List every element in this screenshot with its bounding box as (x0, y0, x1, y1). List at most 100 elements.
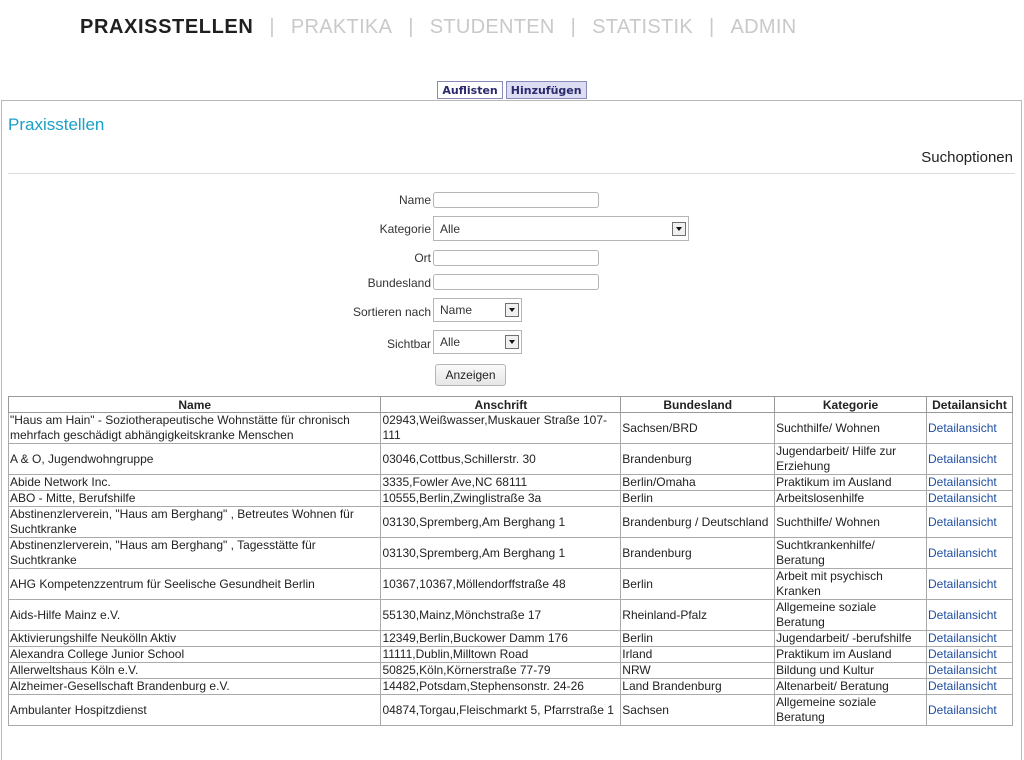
table-row: Aids-Hilfe Mainz e.V. 55130,Mainz,Mönchs… (7, 599, 1013, 631)
name-input[interactable] (433, 192, 599, 208)
cell-name: Aids-Hilfe Mainz e.V. (7, 599, 382, 631)
cell-kategorie: Allgemeine soziale Beratung (774, 599, 927, 631)
table-row: A & O, Jugendwohngruppe 03046,Cottbus,Sc… (7, 443, 1013, 475)
cell-kategorie: Arbeitslosenhilfe (774, 490, 927, 507)
nav-statistik[interactable]: STATISTIK (592, 16, 693, 39)
table-row: Abstinenzlerverein, "Haus am Berghang" ,… (7, 537, 1013, 569)
cell-anschrift: 3335,Fowler Ave,NC 68111 (380, 474, 622, 491)
chevron-down-icon[interactable] (505, 335, 519, 349)
cell-kategorie: Altenarbeit/ Beratung (774, 678, 927, 695)
table-body: "Haus am Hain" - Soziotherapeutische Woh… (7, 412, 1013, 726)
cell-name: Allerweltshaus Köln e.V. (7, 662, 382, 679)
sort-select-value: Name (440, 303, 473, 317)
chevron-down-icon[interactable] (505, 303, 519, 317)
cell-kategorie: Bildung und Kultur (774, 662, 927, 679)
cell-kategorie: Suchthilfe/ Wohnen (774, 506, 927, 538)
detailansicht-link[interactable]: Detailansicht (926, 678, 1013, 695)
cell-name: AHG Kompetenzzentrum für Seelische Gesun… (7, 568, 382, 600)
nav-separator: | (570, 16, 577, 38)
table-row: Allerweltshaus Köln e.V. 50825,Köln,Körn… (7, 662, 1013, 679)
table-row: Abide Network Inc. 3335,Fowler Ave,NC 68… (7, 474, 1013, 491)
cell-name: Alzheimer-Gesellschaft Brandenburg e.V. (7, 678, 382, 695)
cell-bundesland: Sachsen (620, 694, 776, 726)
cell-anschrift: 02943,Weißwasser,Muskauer Straße 107-111 (380, 412, 622, 444)
table-row: Alzheimer-Gesellschaft Brandenburg e.V. … (7, 678, 1013, 695)
results-table: Name Anschrift Bundesland Kategorie Deta… (7, 396, 1013, 726)
cell-anschrift: 03130,Spremberg,Am Berghang 1 (380, 537, 622, 569)
sichtbar-label: Sichtbar (386, 337, 431, 351)
cell-kategorie: Praktikum im Ausland (774, 474, 927, 491)
detailansicht-link[interactable]: Detailansicht (926, 568, 1013, 600)
cell-kategorie: Allgemeine soziale Beratung (774, 694, 927, 726)
table-row: "Haus am Hain" - Soziotherapeutische Woh… (7, 412, 1013, 444)
tab-auflisten[interactable]: Auflisten (437, 81, 503, 99)
cell-bundesland: Land Brandenburg (620, 678, 776, 695)
sichtbar-select-value: Alle (440, 335, 461, 349)
detailansicht-link[interactable]: Detailansicht (926, 646, 1013, 663)
cell-name: Abstinenzlerverein, "Haus am Berghang" ,… (7, 506, 382, 538)
detailansicht-link[interactable]: Detailansicht (926, 537, 1013, 569)
tab-hinzufuegen[interactable]: Hinzufügen (505, 81, 587, 99)
kategorie-label: Kategorie (379, 222, 431, 236)
sub-tabs: Auflisten Hinzufügen (0, 81, 1024, 99)
detailansicht-link[interactable]: Detailansicht (926, 443, 1013, 475)
cell-anschrift: 12349,Berlin,Buckower Damm 176 (380, 630, 622, 647)
cell-bundesland: Berlin/Omaha (620, 474, 776, 491)
cell-anschrift: 10555,Berlin,Zwinglistraße 3a (380, 490, 622, 507)
table-row: ABO - Mitte, Berufshilfe 10555,Berlin,Zw… (7, 490, 1013, 507)
nav-studenten[interactable]: STUDENTEN (430, 16, 555, 39)
sort-label: Sortieren nach (352, 305, 431, 319)
detailansicht-link[interactable]: Detailansicht (926, 599, 1013, 631)
cell-kategorie: Jugendarbeit/ Hilfe zur Erziehung (774, 443, 927, 475)
cell-bundesland: Brandenburg / Deutschland (620, 506, 776, 538)
nav-separator: | (709, 16, 715, 38)
detailansicht-link[interactable]: Detailansicht (926, 662, 1013, 679)
column-header-bundesland: Bundesland (620, 396, 776, 413)
ort-label: Ort (414, 251, 431, 265)
column-header-kategorie: Kategorie (774, 396, 927, 413)
chevron-down-icon[interactable] (672, 221, 686, 236)
cell-bundesland: Irland (620, 646, 776, 663)
cell-kategorie: Suchtkrankenhilfe/ Beratung (774, 537, 927, 569)
cell-anschrift: 03130,Spremberg,Am Berghang 1 (380, 506, 622, 538)
cell-name: Ambulanter Hospitzdienst (7, 694, 382, 726)
sort-select[interactable]: Name (433, 298, 522, 322)
detailansicht-link[interactable]: Detailansicht (926, 412, 1013, 444)
detailansicht-link[interactable]: Detailansicht (926, 490, 1013, 507)
detailansicht-link[interactable]: Detailansicht (926, 694, 1013, 726)
bundesland-input[interactable] (433, 274, 599, 290)
sichtbar-select[interactable]: Alle (433, 330, 522, 354)
cell-bundesland: Brandenburg (620, 443, 776, 475)
kategorie-select-value: Alle (440, 221, 461, 236)
nav-separator: | (269, 16, 275, 38)
cell-kategorie: Arbeit mit psychisch Kranken (774, 568, 927, 600)
detailansicht-link[interactable]: Detailansicht (926, 474, 1013, 491)
nav-praxisstellen[interactable]: PRAXISSTELLEN (80, 16, 253, 39)
cell-name: A & O, Jugendwohngruppe (7, 443, 382, 475)
cell-anschrift: 03046,Cottbus,Schillerstr. 30 (380, 443, 622, 475)
cell-anschrift: 50825,Köln,Körnerstraße 77-79 (380, 662, 622, 679)
nav-praktika[interactable]: PRAKTIKA (291, 16, 392, 39)
table-header-row: Name Anschrift Bundesland Kategorie Deta… (7, 396, 1013, 413)
main-nav: PRAXISSTELLEN | PRAKTIKA | STUDENTEN | S… (80, 16, 796, 39)
cell-name: Abstinenzlerverein, "Haus am Berghang" ,… (7, 537, 382, 569)
cell-bundesland: Brandenburg (620, 537, 776, 569)
nav-admin[interactable]: ADMIN (731, 16, 797, 39)
cell-bundesland: Rheinland-Pfalz (620, 599, 776, 631)
detailansicht-link[interactable]: Detailansicht (926, 506, 1013, 538)
name-label: Name (398, 193, 431, 207)
cell-anschrift: 55130,Mainz,Mönchstraße 17 (380, 599, 622, 631)
cell-bundesland: Sachsen/BRD (620, 412, 776, 444)
page-title: Praxisstellen (8, 115, 105, 134)
cell-name: Alexandra College Junior School (7, 646, 382, 663)
kategorie-select[interactable]: Alle (433, 216, 689, 241)
cell-name: Aktivierungshilfe Neukölln Aktiv (7, 630, 382, 647)
ort-input[interactable] (433, 250, 599, 266)
cell-name: Abide Network Inc. (7, 474, 382, 491)
divider (8, 173, 1015, 174)
cell-kategorie: Jugendarbeit/ -berufshilfe (774, 630, 927, 647)
anzeigen-button[interactable]: Anzeigen (435, 364, 506, 386)
cell-anschrift: 11111,Dublin,Milltown Road (380, 646, 622, 663)
detailansicht-link[interactable]: Detailansicht (926, 630, 1013, 647)
main-panel: Praxisstellen Suchoptionen Name Kategori… (1, 100, 1022, 760)
